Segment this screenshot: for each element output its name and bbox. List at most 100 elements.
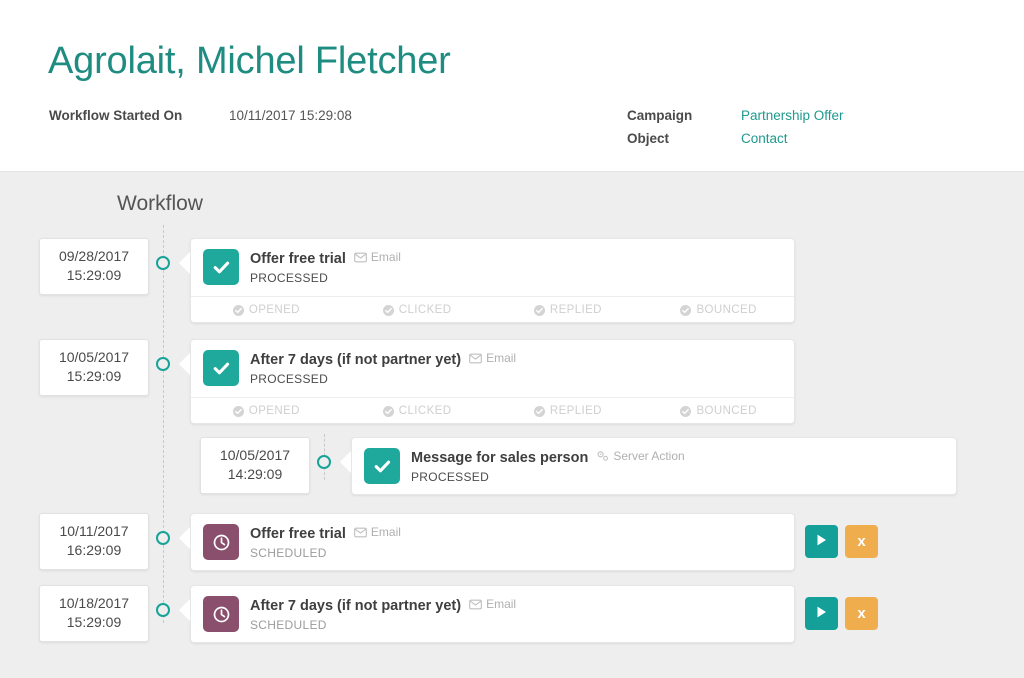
card-status: PROCESSED	[250, 371, 329, 386]
timeline-card[interactable]: Offer free trial Email SCHEDULED	[190, 513, 795, 571]
cancel-button[interactable]: x	[845, 597, 878, 630]
envelope-icon	[469, 599, 482, 610]
card-status: PROCESSED	[250, 270, 329, 285]
timeline-date: 10/11/2017	[59, 523, 129, 539]
card-type-label: Email	[370, 250, 401, 264]
object-label: Object	[627, 131, 670, 146]
timeline-time: 16:29:09	[66, 542, 122, 558]
timeline-date-box: 10/18/2017 15:29:09	[39, 585, 149, 642]
workflow-timeline-area: Workflow 09/28/2017 15:29:09 Offer free tr…	[0, 172, 1024, 678]
email-stats-strip: OPENED CLICKED REPLIED BOUNCED	[191, 397, 794, 423]
check-circle-icon	[680, 405, 692, 417]
stat-clicked: CLICKED	[342, 304, 493, 316]
timeline-date-box: 10/05/2017 15:29:09	[39, 339, 149, 396]
timeline-marker-icon	[156, 357, 170, 371]
card-notch	[340, 451, 351, 473]
cogs-icon	[596, 450, 609, 462]
card-text: Message for sales person Server Action PRO…	[411, 448, 685, 484]
close-icon: x	[857, 533, 866, 550]
timeline-date: 10/18/2017	[58, 595, 130, 611]
run-now-button[interactable]	[805, 597, 838, 630]
envelope-icon	[354, 252, 367, 263]
card-title: Message for sales person	[411, 450, 589, 466]
timeline-time: 15:29:09	[66, 267, 122, 283]
campaign-link[interactable]: Partnership Offer	[741, 108, 844, 123]
envelope-icon	[354, 527, 367, 538]
check-circle-icon	[533, 304, 545, 316]
stat-opened: OPENED	[191, 405, 342, 417]
card-main: Offer free trial Email PROCESSED	[191, 239, 794, 296]
workflow-started-value: 10/11/2017 15:29:08	[229, 108, 352, 123]
card-notch	[179, 527, 190, 549]
check-icon	[364, 448, 400, 484]
page-title: Agrolait, Michel Fletcher	[48, 40, 451, 82]
stat-label: BOUNCED	[696, 405, 757, 417]
check-circle-icon	[382, 405, 394, 417]
play-icon	[815, 605, 828, 622]
card-status: PROCESSED	[411, 470, 490, 484]
campaign-row: Campaign Partnership Offer	[627, 108, 844, 123]
email-stats-strip: OPENED CLICKED REPLIED BOUNCED	[191, 296, 794, 322]
card-actions: x	[805, 525, 878, 558]
card-title-line: After 7 days (if not partner yet) Email	[250, 351, 516, 368]
timeline-card[interactable]: After 7 days (if not partner yet) Email SC…	[190, 585, 795, 643]
card-type-label: Server Action	[613, 449, 685, 463]
page-header: Agrolait, Michel Fletcher Workflow Start…	[0, 0, 1024, 172]
check-circle-icon	[533, 405, 545, 417]
card-type: Email	[469, 351, 516, 365]
card-type-label: Email	[486, 351, 517, 365]
card-type: Email	[354, 525, 401, 539]
timeline-date: 10/05/2017	[58, 349, 130, 365]
stat-label: BOUNCED	[696, 304, 757, 316]
card-text: Offer free trial Email PROCESSED	[250, 249, 401, 285]
play-icon	[815, 533, 828, 550]
clock-icon	[203, 524, 239, 560]
close-icon: x	[857, 605, 866, 622]
card-type-label: Email	[370, 525, 401, 539]
check-circle-icon	[232, 304, 244, 316]
check-icon	[203, 350, 239, 386]
card-type: Email	[469, 597, 516, 611]
timeline-marker-icon	[156, 531, 170, 545]
stat-replied: REPLIED	[493, 405, 644, 417]
card-title-line: Offer free trial Email	[250, 525, 401, 542]
card-title-line: Message for sales person Server Action	[411, 449, 685, 466]
card-notch	[179, 353, 190, 375]
card-actions: x	[805, 597, 878, 630]
card-notch	[179, 599, 190, 621]
timeline-date-box: 10/11/2017 16:29:09	[39, 513, 149, 570]
card-title: Offer free trial	[250, 525, 346, 542]
card-title: Offer free trial	[250, 250, 346, 267]
card-type-label: Email	[486, 597, 517, 611]
card-main: After 7 days (if not partner yet) Email SC…	[191, 586, 794, 642]
stat-bounced: BOUNCED	[643, 304, 794, 316]
card-text: Offer free trial Email SCHEDULED	[250, 524, 401, 560]
envelope-icon	[469, 353, 482, 364]
cancel-button[interactable]: x	[845, 525, 878, 558]
run-now-button[interactable]	[805, 525, 838, 558]
timeline-time: 15:29:09	[66, 614, 122, 630]
card-notch	[179, 252, 190, 274]
stat-clicked: CLICKED	[342, 405, 493, 417]
timeline-card[interactable]: Message for sales person Server Action PRO…	[351, 437, 957, 495]
timeline-date: 09/28/2017	[58, 248, 130, 264]
card-main: Message for sales person Server Action PRO…	[352, 438, 956, 494]
timeline-time: 15:29:09	[66, 368, 122, 384]
card-type: Server Action	[596, 449, 685, 463]
card-title: After 7 days (if not partner yet)	[250, 351, 462, 368]
timeline-marker-icon	[317, 455, 331, 469]
timeline-card[interactable]: After 7 days (if not partner yet) Email PR…	[190, 339, 795, 424]
timeline-card[interactable]: Offer free trial Email PROCESSED OPENED CLIC…	[190, 238, 795, 323]
stat-label: CLICKED	[398, 405, 452, 417]
check-icon	[203, 249, 239, 285]
card-type: Email	[354, 250, 401, 264]
workflow-started-row: Workflow Started On 10/11/2017 15:29:08	[49, 108, 352, 123]
stat-label: OPENED	[248, 304, 300, 316]
workflow-started-label: Workflow Started On	[49, 108, 183, 123]
card-main: Offer free trial Email SCHEDULED	[191, 514, 794, 570]
object-link[interactable]: Contact	[741, 131, 788, 146]
check-circle-icon	[680, 304, 692, 316]
header-meta-right: Campaign Partnership Offer Object Contac…	[627, 108, 844, 154]
stat-label: OPENED	[248, 405, 300, 417]
campaign-label: Campaign	[627, 108, 693, 123]
